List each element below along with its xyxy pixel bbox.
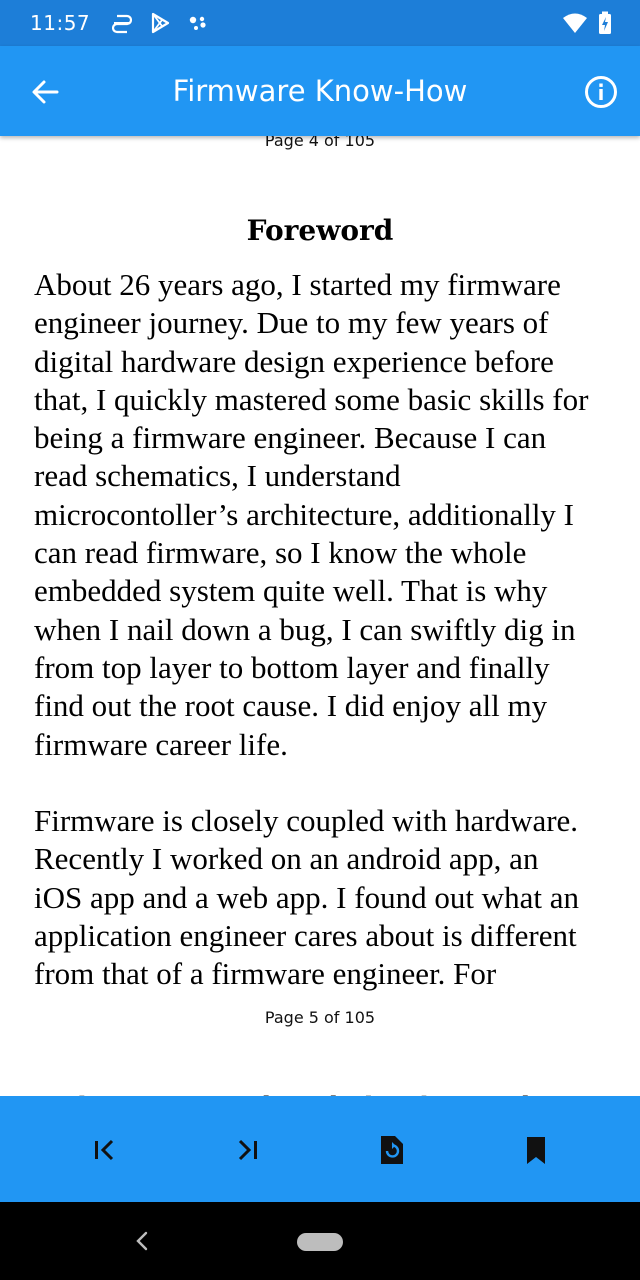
text-line: when I nail down a bug, I can swiftly di… <box>34 611 576 647</box>
battery-charging-icon <box>599 11 611 34</box>
text-line: firmware career life. <box>34 726 288 762</box>
text-line: from that of a firmware engineer. For <box>34 956 497 992</box>
system-nav-bar <box>0 1202 640 1280</box>
status-time: 11:57 <box>30 11 91 35</box>
text-line: find out the root cause. I did enjoy all… <box>34 688 548 724</box>
app-bar: Firmware Know-How <box>0 46 640 136</box>
nav-back-icon[interactable] <box>130 1228 154 1254</box>
paragraph-3: application, it needs to deal with UI an… <box>34 1088 634 1096</box>
chapter-title: Foreword <box>246 214 394 247</box>
text-line: engineer journey. Due to my few years of <box>34 305 549 341</box>
text-line: application, it needs to deal with UI an… <box>34 1088 634 1096</box>
rotate-page-icon[interactable] <box>374 1132 410 1168</box>
info-icon[interactable] <box>584 75 618 109</box>
paragraph-2: Firmware is closely coupled with hardwar… <box>34 802 634 993</box>
last-page-icon[interactable] <box>230 1132 266 1168</box>
page-indicator-mid: Page 5 of 105 <box>264 1008 376 1027</box>
bottom-toolbar <box>0 1096 640 1202</box>
text-line: About 26 years ago, I started my firmwar… <box>34 267 561 302</box>
app-title: Firmware Know-How <box>172 74 468 108</box>
text-line: from top layer to bottom layer and final… <box>34 649 550 685</box>
text-line: Recently I worked on an android app, an <box>34 841 539 877</box>
wifi-icon <box>563 13 587 33</box>
page-indicator-top: Page 4 of 105 <box>264 136 376 150</box>
reader-content[interactable]: Page 4 of 105 Foreword About 26 years ag… <box>0 136 640 1096</box>
paragraph-1: About 26 years ago, I started my firmwar… <box>34 266 634 764</box>
text-line: application engineer cares about is diff… <box>34 917 577 953</box>
nav-home-pill[interactable] <box>297 1233 343 1251</box>
play-store-icon <box>152 12 170 34</box>
text-line: that, I quickly mastered some basic skil… <box>34 381 589 417</box>
bookmark-icon[interactable] <box>518 1132 554 1168</box>
text-line: being a firmware engineer. Because I can <box>34 420 547 456</box>
sync-icon <box>112 14 133 34</box>
text-line: embedded system quite well. That is why <box>34 573 548 609</box>
first-page-icon[interactable] <box>86 1132 122 1168</box>
text-line: iOS app and a web app. I found out what … <box>34 879 579 915</box>
status-icons-left <box>112 12 208 34</box>
assistant-dots-icon <box>189 16 206 30</box>
text-line: Firmware is closely coupled with hardwar… <box>34 803 579 838</box>
text-line: can read firmware, so I know the whole <box>34 535 527 571</box>
text-line: microcontoller’s architecture, additiona… <box>34 496 575 532</box>
text-line: digital hardware design experience befor… <box>34 343 554 379</box>
text-line: read schematics, I understand <box>34 458 401 494</box>
status-icons-right <box>562 11 612 35</box>
status-bar: 11:57 <box>0 0 640 46</box>
